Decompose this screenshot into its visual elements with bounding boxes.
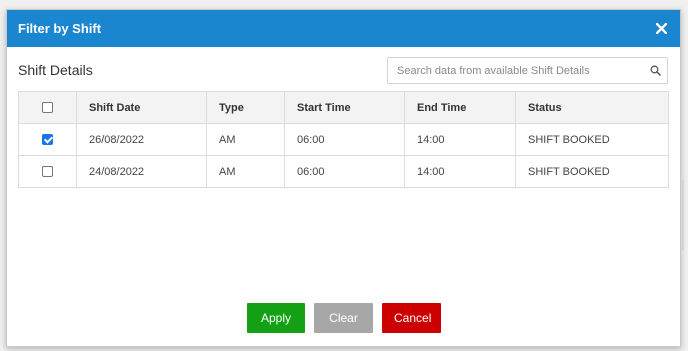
cell-type: AM	[206, 123, 285, 156]
cell-shift-date: 24/08/2022	[76, 155, 207, 188]
table-header-row: Shift Date Type Start Time End Time Stat…	[18, 91, 669, 124]
column-header-shift-date[interactable]: Shift Date	[76, 91, 207, 124]
row-select-cell	[18, 155, 77, 188]
section-header: Shift Details	[7, 47, 680, 91]
apply-button[interactable]: Apply	[247, 303, 305, 333]
close-button[interactable]	[652, 20, 670, 38]
cell-start-time: 06:00	[284, 123, 405, 156]
section-title: Shift Details	[18, 62, 93, 78]
cell-type: AM	[206, 155, 285, 188]
cell-start-time: 06:00	[284, 155, 405, 188]
row-select-cell	[18, 123, 77, 156]
close-icon	[655, 23, 667, 34]
select-all-checkbox[interactable]	[42, 102, 53, 114]
cell-status: SHIFT BOOKED	[515, 123, 669, 156]
column-header-status[interactable]: Status	[515, 91, 669, 124]
row-checkbox[interactable]	[42, 166, 53, 178]
column-header-start-time[interactable]: Start Time	[284, 91, 405, 124]
cancel-button[interactable]: Cancel	[382, 303, 441, 333]
shift-table-container: Shift Date Type Start Time End Time Stat…	[18, 91, 669, 188]
search-input[interactable]	[388, 58, 643, 83]
search-box	[387, 57, 668, 84]
cell-status: SHIFT BOOKED	[515, 155, 669, 188]
search-icon[interactable]	[643, 58, 667, 83]
shift-table: Shift Date Type Start Time End Time Stat…	[18, 91, 669, 188]
row-checkbox[interactable]	[42, 134, 53, 146]
table-row[interactable]: 26/08/2022 AM 06:00 14:00 SHIFT BOOKED	[18, 123, 669, 156]
filter-dialog: Filter by Shift Shift Details Search dat…	[6, 9, 681, 347]
cell-shift-date: 26/08/2022	[76, 123, 207, 156]
column-header-end-time[interactable]: End Time	[404, 91, 516, 124]
scrollbar-track	[682, 180, 684, 250]
dialog-title: Filter by Shift	[18, 21, 102, 36]
table-row[interactable]: 24/08/2022 AM 06:00 14:00 SHIFT BOOKED	[18, 155, 669, 188]
dialog-header: Filter by Shift	[7, 10, 680, 47]
cell-end-time: 14:00	[404, 155, 516, 188]
cell-end-time: 14:00	[404, 123, 516, 156]
dialog-footer: Apply Clear Cancel	[7, 303, 680, 333]
clear-button[interactable]: Clear	[314, 303, 373, 333]
column-header-type[interactable]: Type	[206, 91, 285, 124]
select-all-cell	[18, 91, 77, 124]
